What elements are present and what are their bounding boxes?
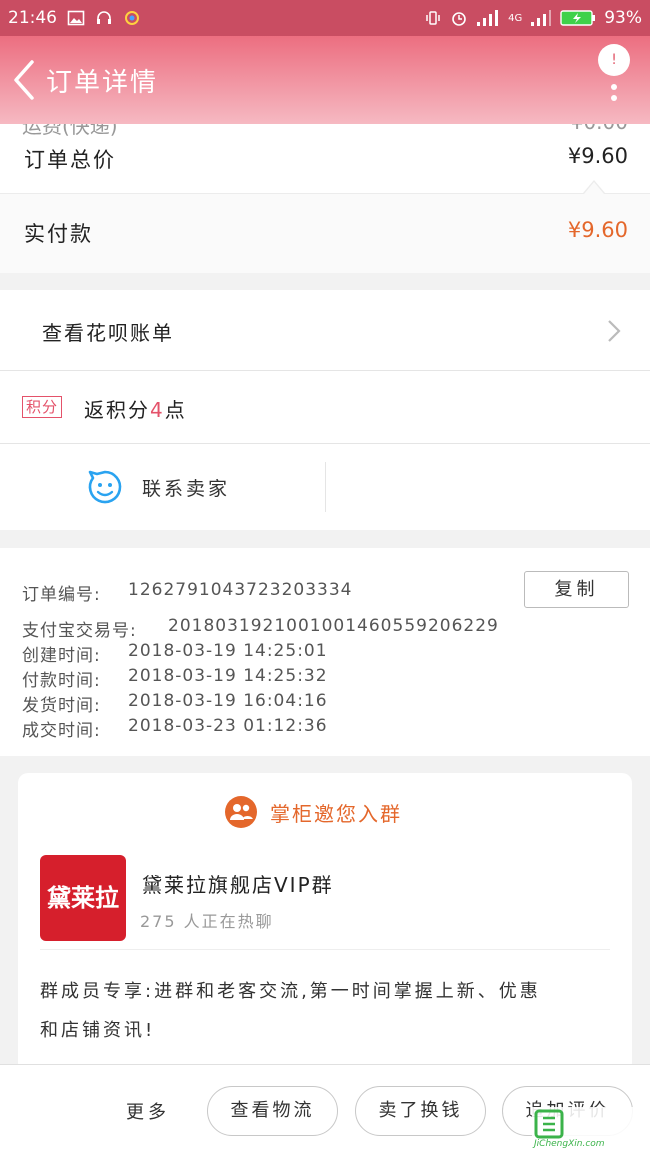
shipped-time-label: 发货时间:: [22, 696, 101, 716]
vibrate-icon: [426, 11, 440, 25]
paid-label: 实付款: [24, 222, 93, 246]
back-arrow-icon[interactable]: [8, 58, 42, 102]
chat-smile-icon: [88, 470, 122, 504]
paid-value: ¥9.60: [567, 218, 628, 242]
shipping-value: ¥0.00: [571, 124, 628, 134]
huabei-bill-label: 查看花呗账单: [42, 321, 174, 345]
group-name: 黛莱拉旗舰店VIP群: [142, 873, 334, 897]
divider: [40, 949, 610, 950]
menu-dot-icon: [611, 84, 617, 90]
copy-button[interactable]: 复制: [524, 571, 629, 608]
points-prefix: 返积分: [84, 398, 150, 422]
points-suffix: 点: [164, 398, 187, 422]
points-count: 4: [150, 398, 165, 422]
points-text: 返积分4点: [84, 394, 187, 423]
more-menu-button[interactable]: !: [598, 44, 632, 102]
paid-time-label: 付款时间:: [22, 671, 101, 691]
status-time: 21:46: [8, 8, 57, 28]
watermark-logo-icon: [534, 1109, 564, 1139]
pointer-caret-fill: [584, 182, 604, 194]
group-description-line-1: 群成员专享:进群和老客交流,第一时间掌握上新、优惠: [40, 981, 541, 1002]
app-notification-icon: [125, 11, 139, 25]
view-logistics-button[interactable]: 查看物流: [207, 1086, 338, 1136]
group-card-title: 掌柜邀您入群: [270, 802, 402, 826]
status-bar: 21:46 4G 93%: [0, 0, 650, 36]
menu-dot-icon: [611, 95, 617, 101]
order-total-label: 订单总价: [24, 148, 116, 172]
vertical-divider: [325, 462, 326, 512]
closed-time-value: 2018-03-23 01:12:36: [128, 716, 328, 736]
watermark: JiChengXin.com: [532, 1107, 644, 1151]
order-number-value: 1262791043723203334: [128, 580, 353, 600]
title-bar: 订单详情 !: [0, 36, 650, 124]
points-row: 积分 返积分4点: [0, 371, 650, 443]
shipped-time-value: 2018-03-19 16:04:16: [128, 691, 328, 711]
battery-icon: [560, 10, 596, 26]
paid-time-value: 2018-03-19 14:25:32: [128, 666, 328, 686]
order-total-value: ¥9.60: [567, 144, 628, 168]
created-time-value: 2018-03-19 14:25:01: [128, 641, 328, 661]
signal-icon-2: [531, 10, 552, 26]
points-tag: 积分: [22, 396, 63, 418]
more-button[interactable]: 更多: [126, 1098, 170, 1124]
bottom-action-bar: 更多 查看物流 卖了换钱 追加评价 JiChengXin.com: [0, 1064, 650, 1156]
sell-for-cash-button[interactable]: 卖了换钱: [355, 1086, 486, 1136]
group-member-count: 275 人正在热聊: [140, 912, 274, 931]
notification-badge: !: [598, 44, 630, 76]
network-type: 4G: [508, 12, 523, 24]
alarm-icon: [452, 12, 466, 26]
group-description-line-2: 和店铺资讯!: [40, 1020, 156, 1041]
closed-time-label: 成交时间:: [22, 721, 101, 741]
contact-seller-label: 联系卖家: [142, 478, 231, 500]
huabei-bill-row[interactable]: 查看花呗账单: [0, 290, 650, 370]
battery-percent: 93%: [604, 8, 642, 28]
shipping-label: 运费(快递): [22, 124, 118, 138]
group-invite-card[interactable]: 掌柜邀您入群 黛莱拉 黛莱拉旗舰店VIP群 275 人正在热聊 群成员专享:进群…: [18, 773, 632, 1073]
headset-icon: [97, 11, 111, 24]
alipay-trade-value: 2018031921001001460559206229: [168, 616, 499, 636]
contact-seller-button[interactable]: 联系卖家: [0, 444, 325, 530]
contact-row: 联系卖家: [0, 444, 650, 530]
order-number-label: 订单编号:: [22, 585, 101, 605]
group-logo: 黛莱拉: [40, 855, 126, 941]
created-time-label: 创建时间:: [22, 646, 101, 666]
group-people-icon: [225, 796, 257, 828]
paid-amount-row: 实付款 ¥9.60: [0, 193, 650, 273]
signal-icon: [477, 10, 499, 26]
alipay-trade-label: 支付宝交易号:: [22, 621, 137, 641]
chevron-right-icon: [608, 320, 621, 342]
image-icon: [67, 10, 85, 26]
watermark-text: JiChengXin.com: [534, 1139, 605, 1149]
page-title: 订单详情: [46, 68, 159, 98]
